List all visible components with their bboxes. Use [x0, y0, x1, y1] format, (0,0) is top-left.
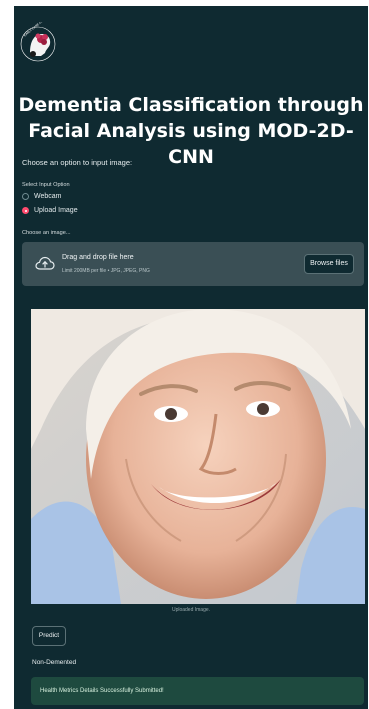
radio-webcam[interactable]: Webcam — [22, 193, 62, 200]
dementia-brain-logo-icon: EARLY CARE OF DEMENTIA — [20, 9, 56, 62]
radio-upload-image-dot[interactable] — [22, 207, 29, 214]
file-dropzone[interactable]: Drag and drop file here Limit 200MB per … — [22, 242, 364, 286]
cloud-upload-icon — [35, 256, 55, 272]
uploaded-image — [31, 309, 365, 604]
success-alert: Health Metrics Details Successfully Subm… — [31, 677, 364, 705]
dropzone-instruction: Drag and drop file here — [62, 254, 134, 261]
choose-option-label: Choose an option to input image: — [22, 158, 133, 167]
radio-upload-image-label: Upload Image — [34, 207, 78, 214]
image-uploader-label: Choose an image... — [22, 230, 71, 236]
image-caption: Uploaded Image. — [171, 607, 211, 613]
predict-button[interactable]: Predict — [32, 626, 66, 646]
app-container: EARLY CARE OF DEMENTIA Dementia Classifi… — [14, 6, 368, 709]
radio-webcam-dot[interactable] — [22, 193, 29, 200]
radio-upload-image[interactable]: Upload Image — [22, 207, 78, 214]
prediction-result: Non-Demented — [32, 659, 77, 666]
browse-files-button[interactable]: Browse files — [304, 254, 354, 274]
radio-webcam-label: Webcam — [34, 193, 62, 200]
input-option-label: Select Input Option — [22, 182, 70, 188]
app-logo: EARLY CARE OF DEMENTIA — [20, 9, 60, 66]
dropzone-limit-text: Limit 200MB per file • JPG, JPEG, PNG — [62, 268, 150, 274]
